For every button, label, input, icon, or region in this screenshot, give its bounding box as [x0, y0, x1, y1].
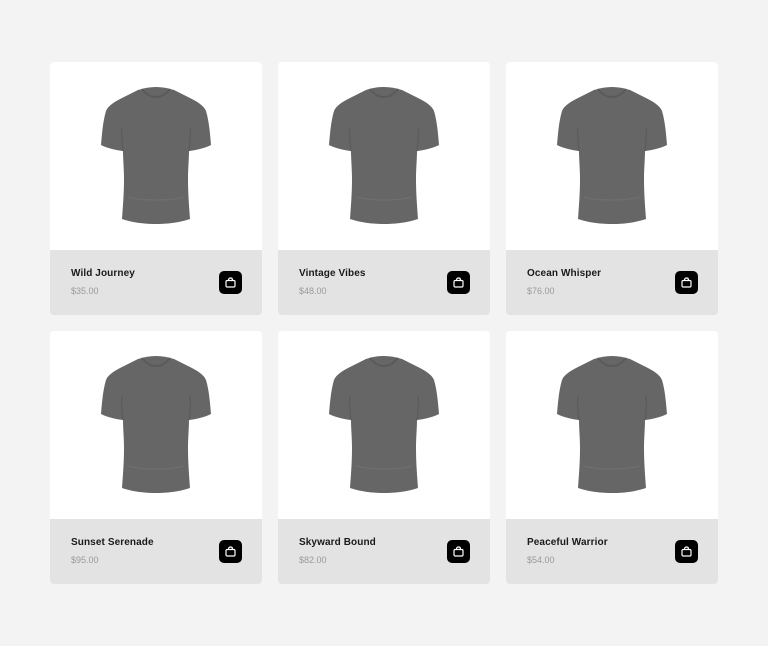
product-info: Peaceful Warrior $54.00 — [506, 519, 718, 584]
shopping-bag-icon — [225, 546, 236, 557]
product-grid: Wild Journey $35.00 Vintage Vibes $48.00 — [50, 62, 718, 584]
product-info: Sunset Serenade $95.00 — [50, 519, 262, 584]
product-image[interactable] — [278, 62, 490, 250]
product-card[interactable]: Wild Journey $35.00 — [50, 62, 262, 315]
tshirt-icon — [101, 87, 211, 224]
tshirt-icon — [329, 356, 439, 493]
product-card[interactable]: Skyward Bound $82.00 — [278, 331, 490, 584]
product-image[interactable] — [278, 331, 490, 519]
product-price: $35.00 — [71, 286, 99, 296]
shopping-bag-icon — [225, 277, 236, 288]
product-info: Skyward Bound $82.00 — [278, 519, 490, 584]
add-to-cart-button[interactable] — [675, 271, 698, 294]
product-name[interactable]: Wild Journey — [71, 268, 135, 279]
product-image[interactable] — [50, 62, 262, 250]
product-name[interactable]: Vintage Vibes — [299, 268, 366, 279]
add-to-cart-button[interactable] — [447, 271, 470, 294]
product-name[interactable]: Sunset Serenade — [71, 537, 154, 548]
product-price: $54.00 — [527, 555, 555, 565]
product-price: $95.00 — [71, 555, 99, 565]
product-name[interactable]: Peaceful Warrior — [527, 537, 608, 548]
shopping-bag-icon — [681, 277, 692, 288]
add-to-cart-button[interactable] — [675, 540, 698, 563]
product-info: Wild Journey $35.00 — [50, 250, 262, 315]
product-info: Vintage Vibes $48.00 — [278, 250, 490, 315]
tshirt-icon — [557, 87, 667, 224]
add-to-cart-button[interactable] — [219, 271, 242, 294]
product-name[interactable]: Ocean Whisper — [527, 268, 601, 279]
shopping-bag-icon — [453, 277, 464, 288]
product-info: Ocean Whisper $76.00 — [506, 250, 718, 315]
add-to-cart-button[interactable] — [447, 540, 470, 563]
product-price: $76.00 — [527, 286, 555, 296]
product-image[interactable] — [506, 331, 718, 519]
product-price: $48.00 — [299, 286, 327, 296]
product-price: $82.00 — [299, 555, 327, 565]
tshirt-icon — [329, 87, 439, 224]
product-card[interactable]: Vintage Vibes $48.00 — [278, 62, 490, 315]
product-card[interactable]: Peaceful Warrior $54.00 — [506, 331, 718, 584]
product-image[interactable] — [506, 62, 718, 250]
shopping-bag-icon — [453, 546, 464, 557]
product-card[interactable]: Ocean Whisper $76.00 — [506, 62, 718, 315]
tshirt-icon — [101, 356, 211, 493]
add-to-cart-button[interactable] — [219, 540, 242, 563]
tshirt-icon — [557, 356, 667, 493]
product-card[interactable]: Sunset Serenade $95.00 — [50, 331, 262, 584]
product-image[interactable] — [50, 331, 262, 519]
shopping-bag-icon — [681, 546, 692, 557]
product-name[interactable]: Skyward Bound — [299, 537, 376, 548]
